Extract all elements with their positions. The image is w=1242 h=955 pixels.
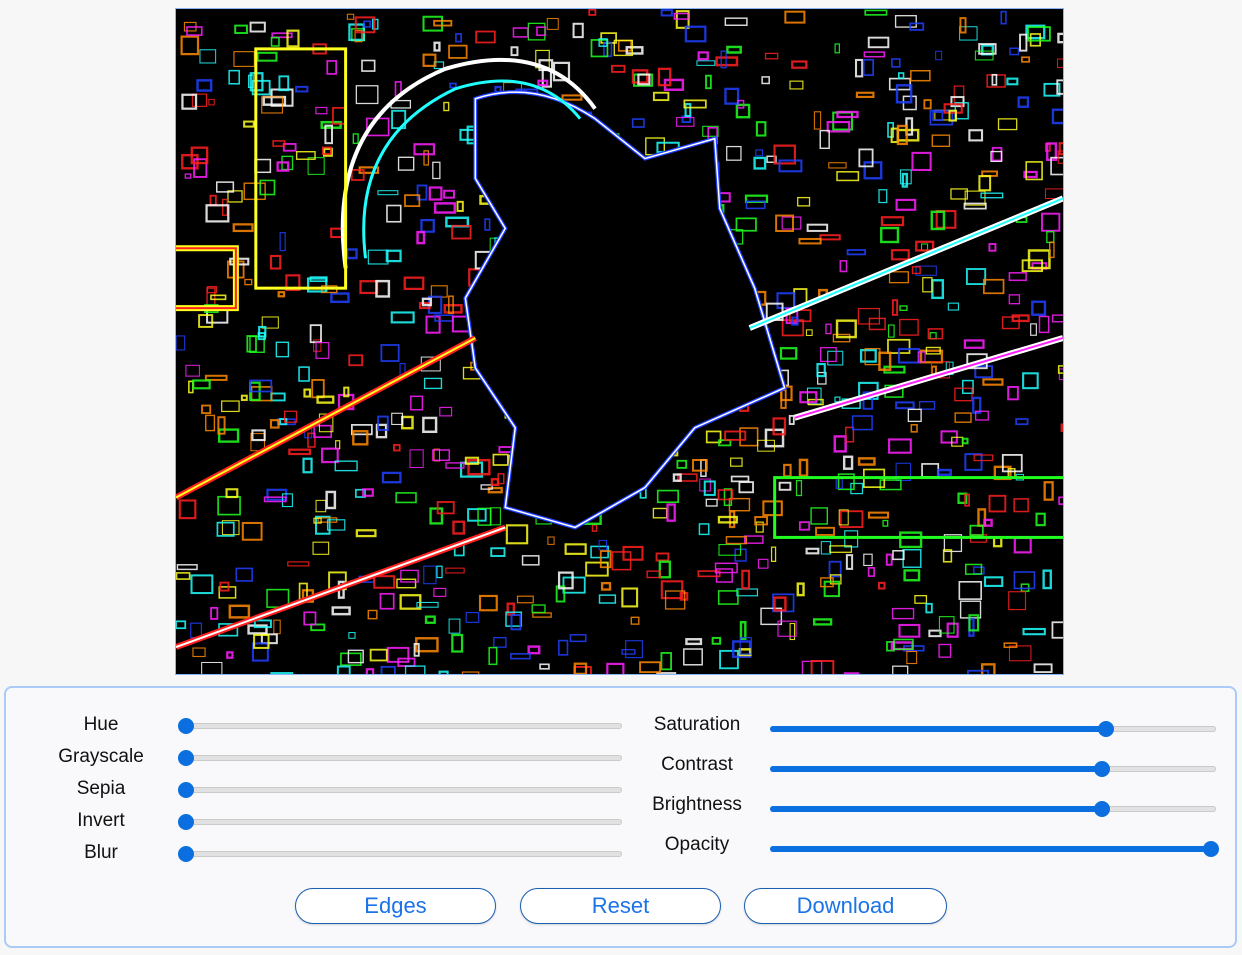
- grayscale-slider-thumb[interactable]: [178, 750, 194, 766]
- brightness-slider[interactable]: [770, 801, 1216, 817]
- sepia-label: Sepia: [76, 778, 126, 799]
- saturation-label: Saturation: [653, 714, 741, 735]
- blur-slider-thumb[interactable]: [178, 846, 194, 862]
- download-button[interactable]: Download: [744, 888, 947, 924]
- grayscale-label: Grayscale: [58, 746, 144, 767]
- blur-label: Blur: [84, 842, 118, 863]
- saturation-slider[interactable]: [770, 721, 1216, 737]
- brightness-slider-fill: [770, 806, 1102, 812]
- edge-filtered-image: [176, 9, 1063, 674]
- saturation-slider-thumb[interactable]: [1098, 721, 1115, 737]
- brightness-slider-thumb[interactable]: [1094, 801, 1110, 817]
- hue-slider-thumb[interactable]: [178, 718, 194, 734]
- invert-label: Invert: [77, 810, 125, 831]
- blur-slider[interactable]: [178, 846, 622, 862]
- edges-button[interactable]: Edges: [295, 888, 496, 924]
- grayscale-slider[interactable]: [178, 750, 622, 766]
- contrast-slider-fill: [770, 766, 1102, 772]
- reset-button[interactable]: Reset: [520, 888, 721, 924]
- brightness-label: Brightness: [652, 794, 742, 815]
- opacity-label: Opacity: [664, 834, 730, 855]
- contrast-slider[interactable]: [770, 761, 1216, 777]
- hue-slider[interactable]: [178, 718, 622, 734]
- contrast-slider-thumb[interactable]: [1094, 761, 1110, 777]
- invert-slider[interactable]: [178, 814, 622, 830]
- opacity-slider-fill: [770, 846, 1211, 852]
- hue-label: Hue: [83, 714, 119, 735]
- image-preview: [175, 8, 1064, 675]
- opacity-slider[interactable]: [770, 841, 1219, 857]
- saturation-slider-fill: [770, 726, 1107, 732]
- sepia-slider-thumb[interactable]: [178, 782, 194, 798]
- invert-slider-thumb[interactable]: [178, 814, 194, 830]
- filter-controls-panel: Hue Grayscale Sepia Invert Blur Saturati…: [4, 686, 1237, 948]
- sepia-slider[interactable]: [178, 782, 622, 798]
- contrast-label: Contrast: [661, 754, 733, 775]
- opacity-slider-thumb[interactable]: [1203, 841, 1219, 857]
